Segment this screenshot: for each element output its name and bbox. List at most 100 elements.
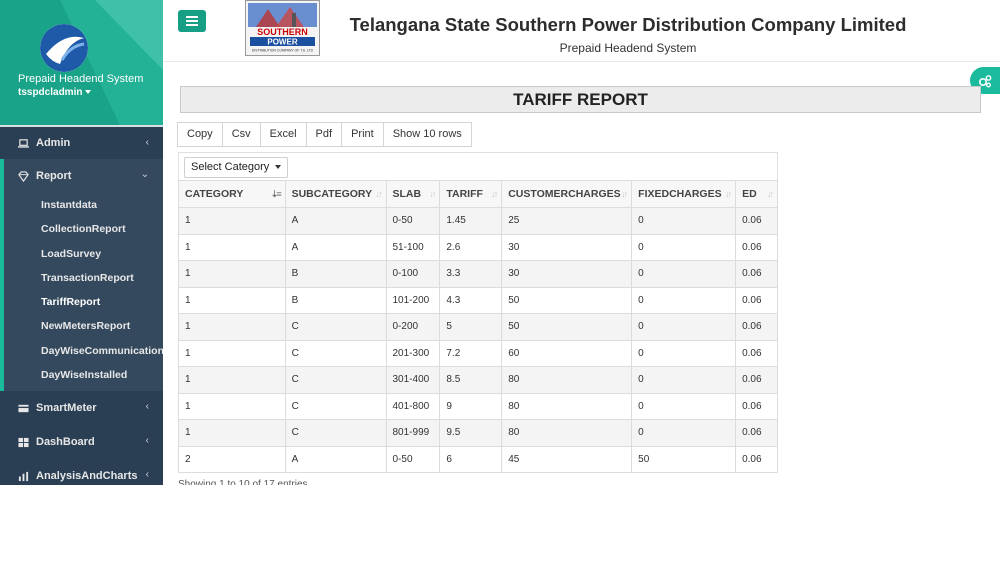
- page-header-title: Telangana State Southern Power Distribut…: [349, 14, 907, 35]
- cell-subcategory: C: [284, 366, 387, 394]
- submenu-transactionreport[interactable]: TransactionReport: [4, 266, 163, 290]
- cell-tariff: 4.3: [439, 286, 503, 314]
- column-header-customercharges[interactable]: CUSTOMERCHARGES ↓↑: [501, 180, 633, 208]
- csv-button[interactable]: Csv: [221, 122, 261, 147]
- cell-ed: 0.06: [735, 260, 778, 288]
- cell-subcategory: B: [284, 286, 387, 314]
- cell-subcategory: C: [284, 313, 387, 341]
- cell-category: 1: [178, 207, 286, 235]
- chevron-left-icon: ‹: [145, 435, 149, 447]
- cell-slab: 0-50: [385, 445, 441, 473]
- table-info: Showing 1 to 10 of 17 entries: [178, 479, 308, 485]
- cell-slab: 301-400: [385, 366, 441, 394]
- table-header-row: CATEGORY ⇣≡ SUBCATEGORY ↓↑ SLAB ↓↑ TARIFF ↓↑ CUS…: [178, 180, 778, 208]
- cell-ed: 0.06: [735, 207, 778, 235]
- cell-fixedcharges: 0: [631, 207, 737, 235]
- column-header-ed[interactable]: ED ↓↑: [735, 180, 778, 208]
- tariff-table: CATEGORY ⇣≡ SUBCATEGORY ↓↑ SLAB ↓↑ TARIFF ↓↑ CUS…: [178, 180, 778, 473]
- cell-category: 1: [178, 392, 286, 420]
- column-header-tariff[interactable]: TARIFF ↓↑: [439, 180, 503, 208]
- cell-category: 1: [178, 260, 286, 288]
- copy-button[interactable]: Copy: [177, 122, 223, 147]
- submenu-daywisecommunication[interactable]: DayWiseCommunication: [4, 339, 163, 363]
- sidebar-item-dashboard[interactable]: DashBoard ‹: [0, 425, 163, 459]
- sidebar-item-analysis[interactable]: AnalysisAndCharts ‹: [0, 459, 163, 485]
- table-row: 1 C 401-800 9 80 0 0.06: [178, 392, 778, 420]
- column-header-label: SUBCATEGORY: [291, 188, 373, 200]
- print-button[interactable]: Print: [341, 122, 384, 147]
- cell-fixedcharges: 0: [631, 260, 737, 288]
- cell-tariff: 2.6: [439, 233, 503, 261]
- username: tsspdcladmin: [18, 87, 83, 98]
- cell-ed: 0.06: [735, 366, 778, 394]
- cell-category: 1: [178, 233, 286, 261]
- cell-category: 1: [178, 366, 286, 394]
- cell-subcategory: C: [284, 392, 387, 420]
- sort-icon: ↓↑: [767, 189, 774, 199]
- sort-icon: ↓↑: [491, 189, 498, 199]
- cell-customercharges: 30: [501, 233, 633, 261]
- submenu-newmetersreport[interactable]: NewMetersReport: [4, 314, 163, 338]
- cell-ed: 0.06: [735, 392, 778, 420]
- sidebar-item-admin[interactable]: Admin ‹: [0, 125, 163, 159]
- cell-customercharges: 25: [501, 207, 633, 235]
- chevron-down-icon: ⌄: [140, 169, 149, 180]
- table-icon: [18, 437, 29, 447]
- submenu-collectionreport[interactable]: CollectionReport: [4, 217, 163, 241]
- export-button-group: Copy Csv Excel Pdf Print Show 10 rows: [177, 122, 472, 147]
- page-length-button[interactable]: Show 10 rows: [382, 122, 472, 147]
- cell-customercharges: 30: [501, 260, 633, 288]
- cell-ed: 0.06: [735, 419, 778, 447]
- cell-slab: 401-800: [385, 392, 441, 420]
- side-menu: Admin ‹ Report ⌄ Instantdata CollectionR…: [0, 125, 163, 485]
- cell-customercharges: 50: [501, 286, 633, 314]
- chevron-left-icon: ‹: [145, 401, 149, 413]
- table-row: 1 C 301-400 8.5 80 0 0.06: [178, 366, 778, 394]
- cell-ed: 0.06: [735, 339, 778, 367]
- column-header-label: SLAB: [392, 188, 422, 200]
- cell-subcategory: A: [284, 445, 387, 473]
- cell-ed: 0.06: [735, 286, 778, 314]
- column-header-label: ED: [742, 188, 757, 200]
- cell-tariff: 1.45: [439, 207, 503, 235]
- sort-asc-icon: ⇣≡: [270, 189, 282, 199]
- user-menu[interactable]: tsspdcladmin: [18, 87, 92, 98]
- submenu-loadsurvey[interactable]: LoadSurvey: [4, 242, 163, 266]
- cell-category: 1: [178, 286, 286, 314]
- category-select[interactable]: Select Category: [184, 157, 289, 178]
- table-row: 1 B 0-100 3.3 30 0 0.06: [178, 260, 778, 288]
- table-row: 1 C 801-999 9.5 80 0 0.06: [178, 419, 778, 447]
- table-row: 1 C 0-200 5 50 0 0.06: [178, 313, 778, 341]
- app-name: Prepaid Headend System: [18, 73, 144, 85]
- menu-toggle-button[interactable]: [178, 10, 206, 32]
- cell-fixedcharges: 0: [631, 313, 737, 341]
- tsspdcl-logo: SOUTHERN POWER DISTRIBUTION COMPANY OF T…: [245, 0, 320, 56]
- cell-subcategory: B: [284, 260, 387, 288]
- table-row: 1 A 51-100 2.6 30 0 0.06: [178, 233, 778, 261]
- submenu-daywiseinstalled[interactable]: DayWiseInstalled: [4, 363, 163, 387]
- cell-fixedcharges: 0: [631, 286, 737, 314]
- sidebar-item-smartmeter[interactable]: SmartMeter ‹: [0, 391, 163, 425]
- cell-ed: 0.06: [735, 445, 778, 473]
- column-header-label: FIXEDCHARGES: [638, 188, 722, 200]
- chevron-left-icon: ‹: [145, 137, 149, 148]
- report-submenu: Instantdata CollectionReport LoadSurvey …: [0, 193, 163, 392]
- column-header-fixedcharges[interactable]: FIXEDCHARGES ↓↑: [631, 180, 737, 208]
- column-header-slab[interactable]: SLAB ↓↑: [385, 180, 441, 208]
- excel-button[interactable]: Excel: [259, 122, 307, 147]
- column-header-category[interactable]: CATEGORY ⇣≡: [178, 180, 286, 208]
- submenu-instantdata[interactable]: Instantdata: [4, 193, 163, 217]
- sidebar-item-report[interactable]: Report ⌄: [0, 159, 163, 193]
- submenu-tariffreport[interactable]: TariffReport: [4, 290, 163, 314]
- cell-subcategory: C: [284, 419, 387, 447]
- bar-chart-icon: [18, 471, 29, 481]
- chevron-left-icon: ‹: [145, 469, 149, 481]
- sort-icon: ↓↑: [429, 189, 436, 199]
- sidebar-item-label: AnalysisAndCharts: [36, 470, 138, 483]
- pdf-button[interactable]: Pdf: [305, 122, 343, 147]
- cell-customercharges: 60: [501, 339, 633, 367]
- report-title: TARIFF REPORT: [180, 86, 981, 113]
- logo-text-mid: POWER: [267, 38, 297, 47]
- cell-customercharges: 80: [501, 366, 633, 394]
- column-header-subcategory[interactable]: SUBCATEGORY ↓↑: [284, 180, 387, 208]
